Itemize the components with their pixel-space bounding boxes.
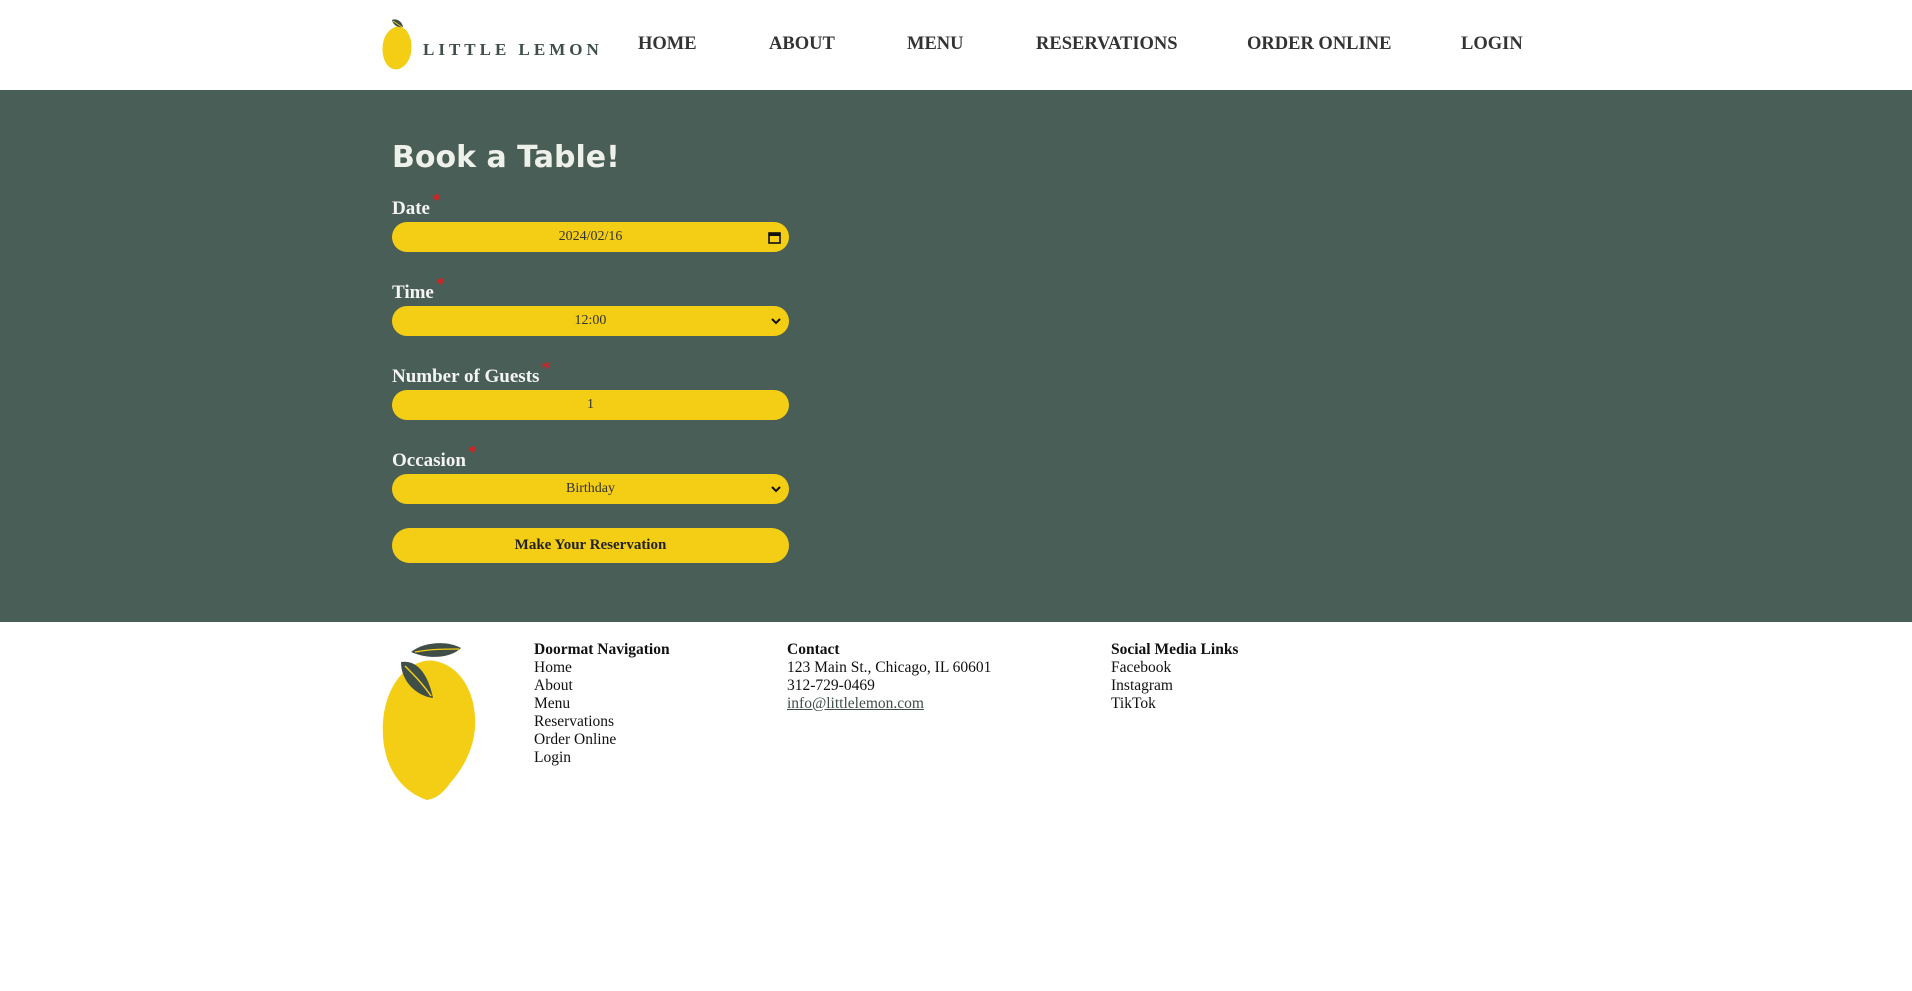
logo-text: LITTLE LEMON: [423, 40, 603, 59]
page-title: Book a Table!: [392, 140, 620, 175]
footer-link-about[interactable]: About: [534, 677, 670, 695]
footer-social: Social Media Links Facebook Instagram Ti…: [1111, 641, 1238, 713]
footer-link-tiktok[interactable]: TikTok: [1111, 695, 1238, 713]
time-label: Time *: [392, 274, 445, 303]
logo[interactable]: LITTLE LEMON: [381, 17, 603, 71]
footer-link-order-online[interactable]: Order Online: [534, 731, 670, 749]
nav-home[interactable]: HOME: [638, 34, 697, 55]
footer-link-menu[interactable]: Menu: [534, 695, 670, 713]
time-select[interactable]: 12:00: [392, 306, 789, 336]
footer-address: 123 Main St., Chicago, IL 60601: [787, 659, 992, 676]
submit-reservation-button[interactable]: Make Your Reservation: [392, 528, 789, 563]
date-label: Date *: [392, 190, 441, 219]
guests-label: Number of Guests *: [392, 358, 550, 387]
footer-email-link[interactable]: info@littlelemon.com: [787, 695, 924, 712]
footer-nav-heading: Doormat Navigation: [534, 641, 670, 658]
chevron-down-icon: [771, 486, 781, 493]
footer-logo: [381, 640, 477, 807]
footer-link-instagram[interactable]: Instagram: [1111, 677, 1238, 695]
required-mark: *: [541, 358, 550, 377]
footer-link-login[interactable]: Login: [534, 749, 670, 767]
footer-social-heading: Social Media Links: [1111, 641, 1239, 658]
nav-login[interactable]: LOGIN: [1461, 34, 1523, 55]
required-mark: *: [467, 442, 477, 461]
lemon-icon: [382, 643, 476, 800]
occasion-label: Occasion *: [392, 442, 477, 471]
nav-menu[interactable]: MENU: [907, 34, 964, 55]
nav-about[interactable]: ABOUT: [769, 34, 835, 55]
footer-contact: Contact 123 Main St., Chicago, IL 60601 …: [787, 641, 991, 713]
occasion-select[interactable]: Birthday: [392, 474, 789, 504]
footer-link-home[interactable]: Home: [534, 659, 670, 677]
lemon-logo-icon: [382, 19, 412, 70]
calendar-icon[interactable]: [768, 231, 781, 244]
site-header: LITTLE LEMON HOME ABOUT MENU RESERVATION…: [0, 0, 1912, 90]
footer-contact-heading: Contact: [787, 641, 840, 658]
booking-section: Book a Table! Date * 2024/02/16 Time * 12:…: [0, 90, 1912, 622]
date-input[interactable]: 2024/02/16: [392, 222, 789, 252]
footer-link-facebook[interactable]: Facebook: [1111, 659, 1238, 677]
footer-nav: Doormat Navigation Home About Menu Reser…: [534, 641, 670, 767]
guests-input[interactable]: 1: [392, 390, 789, 420]
footer-phone: 312-729-0469: [787, 677, 875, 694]
required-mark: *: [431, 190, 441, 209]
nav-reservations[interactable]: RESERVATIONS: [1036, 34, 1178, 55]
nav-order-online[interactable]: ORDER ONLINE: [1247, 34, 1391, 55]
required-mark: *: [435, 274, 445, 293]
footer-link-reservations[interactable]: Reservations: [534, 713, 670, 731]
chevron-down-icon: [771, 318, 781, 325]
